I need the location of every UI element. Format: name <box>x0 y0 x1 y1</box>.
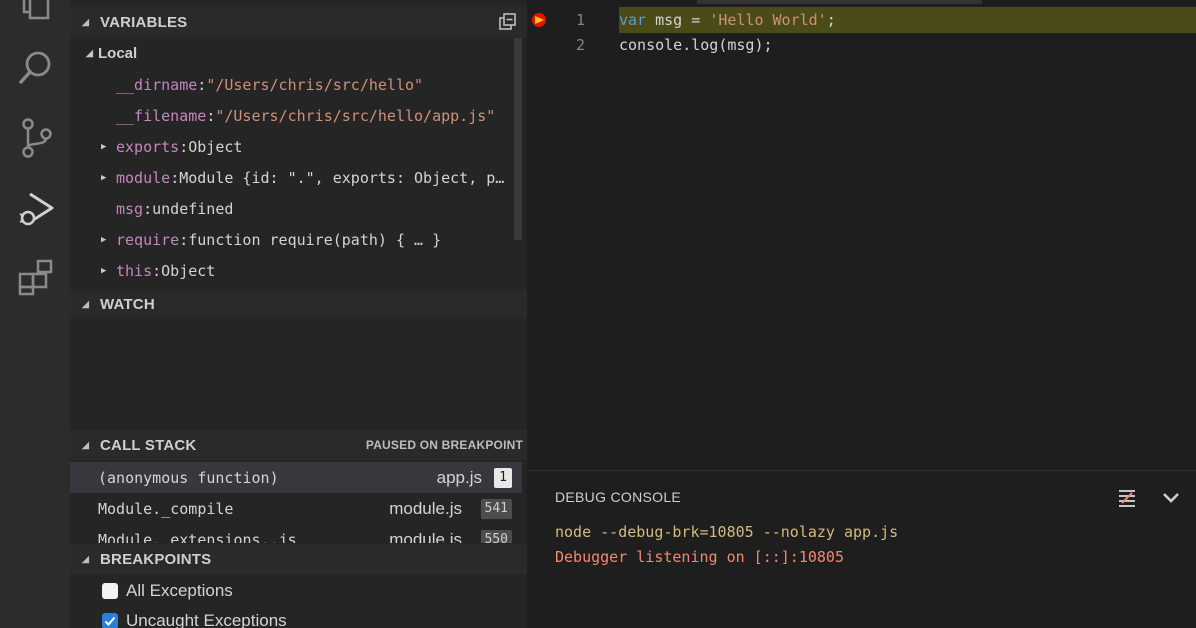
code-text: console.log(msg); <box>619 36 773 54</box>
watch-header[interactable]: ◢ WATCH <box>70 289 527 319</box>
variable-row[interactable]: ▶ require: function require(path) { … } <box>101 224 441 255</box>
stack-frame[interactable]: Module._extensions..js module.js 550 <box>70 524 522 543</box>
collapsed-chevron-icon[interactable]: ▶ <box>101 142 113 152</box>
variable-row[interactable]: __dirname: "/Users/chris/src/hello" <box>116 69 423 100</box>
variable-name: __filename <box>116 106 207 125</box>
stack-frame-clip: Module._extensions..js module.js 550 <box>70 524 527 543</box>
collapsed-chevron-icon[interactable]: ▶ <box>101 235 113 245</box>
variable-value: function require(path) { … } <box>188 230 442 249</box>
frame-file: app.js <box>436 467 482 487</box>
debug-icon[interactable] <box>14 186 58 230</box>
stack-frame[interactable]: Module._compile module.js 541 <box>70 493 522 524</box>
code-identifier: msg = <box>646 11 710 29</box>
variable-separator: : <box>170 168 180 187</box>
checkbox-checked[interactable] <box>102 613 118 628</box>
scope-local[interactable]: ◢ Local <box>86 38 137 69</box>
variables-scrollbar[interactable] <box>514 38 522 240</box>
activity-bar <box>0 0 70 628</box>
code-editor[interactable]: 1 var msg = 'Hello World'; 2 console.log… <box>527 0 1196 470</box>
breakpoint-all-exceptions[interactable]: All Exceptions <box>102 576 233 606</box>
variable-name: __dirname <box>116 75 198 94</box>
code-punct: ; <box>826 11 836 29</box>
variable-value: "/Users/chris/src/hello" <box>206 75 424 94</box>
variable-name: exports <box>116 137 180 156</box>
debug-sidebar: ◢ VARIABLES ◢ Local __dirname: "/Users/c… <box>70 0 527 628</box>
frame-line-badge: 1 <box>494 467 512 488</box>
console-output-line: node --debug-brk=10805 --nolazy app.js <box>555 523 899 541</box>
breakpoints-header[interactable]: ◢ BREAKPOINTS <box>70 544 527 574</box>
variable-separator: : <box>152 261 162 280</box>
breakpoint-label: All Exceptions <box>126 581 233 600</box>
variable-value: Object <box>188 137 243 156</box>
expanded-chevron-icon: ◢ <box>82 439 90 450</box>
variable-value: "/Users/chris/src/hello/app.js" <box>215 106 496 125</box>
breakpoint-uncaught-exceptions[interactable]: Uncaught Exceptions <box>102 606 287 628</box>
variable-separator: : <box>206 106 216 125</box>
expanded-chevron-icon: ◢ <box>86 48 93 58</box>
variable-separator: : <box>143 199 153 218</box>
frame-function: Module._extensions..js <box>98 530 297 544</box>
debug-console-panel: DEBUG CONSOLE node --debug-brk=10805 --n… <box>527 470 1196 628</box>
expanded-chevron-icon: ◢ <box>82 16 90 27</box>
extensions-icon[interactable] <box>14 256 58 300</box>
frame-line-badge: 550 <box>480 529 512 543</box>
toolbar-edge <box>697 0 982 4</box>
code-identifier: console.log(msg); <box>619 36 773 54</box>
paused-status: PAUSED ON BREAKPOINT <box>365 438 523 452</box>
variable-name: this <box>116 261 153 280</box>
expanded-chevron-icon: ◢ <box>82 553 90 564</box>
frame-file: module.js <box>389 529 462 544</box>
code-string: 'Hello World' <box>709 11 827 29</box>
collapse-all-icon[interactable] <box>497 12 517 36</box>
breakpoint-label: Uncaught Exceptions <box>126 611 287 628</box>
frame-file: module.js <box>389 498 462 518</box>
variable-name: module <box>116 168 171 187</box>
chevron-down-icon[interactable] <box>1160 489 1182 512</box>
explorer-icon[interactable] <box>14 0 58 26</box>
expanded-chevron-icon: ◢ <box>82 298 90 309</box>
line-number: 2 <box>575 36 585 54</box>
variable-row[interactable]: ▶ this: Object <box>101 255 215 286</box>
variable-row[interactable]: msg: undefined <box>116 193 233 224</box>
variable-row[interactable]: __filename: "/Users/chris/src/hello/app.… <box>116 100 495 131</box>
frame-function: (anonymous function) <box>98 468 279 487</box>
frame-line-badge: 541 <box>480 498 512 519</box>
search-icon[interactable] <box>14 46 58 90</box>
collapsed-chevron-icon[interactable]: ▶ <box>101 266 113 276</box>
variable-value: Object <box>161 261 216 280</box>
line-number: 1 <box>575 11 585 29</box>
variable-row[interactable]: ▶ module: Module {id: ".", exports: Objec… <box>101 162 523 193</box>
source-control-icon[interactable] <box>14 116 58 160</box>
checkbox-unchecked[interactable] <box>102 583 118 599</box>
collapsed-chevron-icon[interactable]: ▶ <box>101 173 113 183</box>
breakpoints-title: BREAKPOINTS <box>100 550 212 568</box>
scope-label: Local <box>98 45 138 62</box>
code-line[interactable]: 2 console.log(msg); <box>527 32 1196 58</box>
variable-row[interactable]: ▶ exports: Object <box>101 131 242 162</box>
debug-console-tab[interactable]: DEBUG CONSOLE <box>555 489 681 505</box>
stack-frame[interactable]: (anonymous function) app.js 1 <box>70 462 522 493</box>
variables-header[interactable]: ◢ VARIABLES <box>70 7 527 37</box>
variable-value: undefined <box>152 199 234 218</box>
variables-title: VARIABLES <box>100 13 188 31</box>
console-output-line: Debugger listening on [::]:10805 <box>555 548 844 566</box>
frame-function: Module._compile <box>98 499 234 518</box>
variable-value: Module {id: ".", exports: Object, p… <box>179 168 505 187</box>
variable-name: msg <box>116 199 144 218</box>
breakpoint-icon[interactable] <box>530 11 550 33</box>
variable-separator: : <box>179 137 189 156</box>
code-keyword: var <box>619 11 647 29</box>
code-text: var msg = 'Hello World'; <box>619 11 836 29</box>
clear-console-icon[interactable] <box>1116 487 1138 514</box>
variable-separator: : <box>179 230 189 249</box>
call-stack-header[interactable]: ◢ CALL STACK PAUSED ON BREAKPOINT <box>70 430 527 460</box>
variable-separator: : <box>197 75 207 94</box>
code-line[interactable]: 1 var msg = 'Hello World'; <box>527 7 1196 33</box>
watch-title: WATCH <box>100 295 155 313</box>
variable-name: require <box>116 230 180 249</box>
call-stack-title: CALL STACK <box>100 436 197 454</box>
